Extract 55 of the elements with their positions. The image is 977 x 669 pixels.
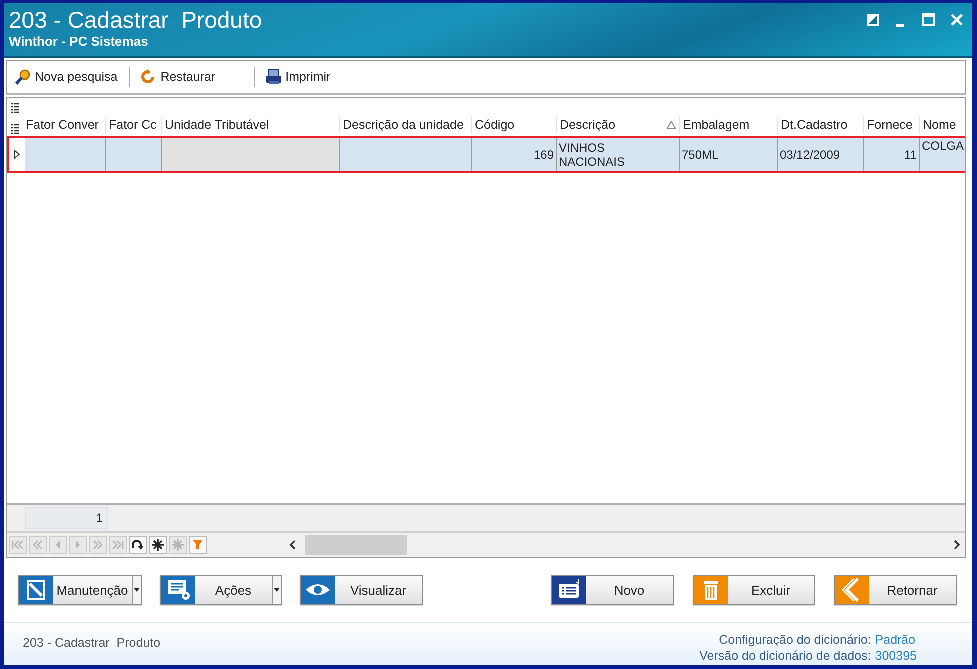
row-count: 1 [96, 511, 103, 525]
action-button[interactable]: Retornar [835, 576, 956, 604]
column-header[interactable]: Fator Conver [26, 118, 99, 132]
table-cell[interactable] [106, 138, 162, 171]
table-cell[interactable]: VINHOS NACIONAIS [557, 138, 680, 171]
column-header[interactable]: Fornece [867, 118, 913, 132]
dropdown-button[interactable] [132, 576, 141, 604]
column-chooser-icon[interactable] [11, 103, 19, 113]
table-cell[interactable]: 169 [472, 138, 557, 171]
undo-icon [140, 69, 157, 85]
table-cell[interactable] [340, 138, 472, 171]
navigator-button[interactable] [149, 536, 167, 554]
status-title: 203 - Cadastrar Produto [23, 636, 161, 650]
printer-icon [266, 69, 282, 85]
scrollbar-thumb[interactable] [305, 535, 407, 555]
info-label: Configuração do dicionário: [719, 633, 872, 647]
navigator-button[interactable] [129, 536, 147, 554]
table-cell[interactable]: COLGA [920, 138, 965, 171]
scroll-left-icon[interactable] [289, 540, 297, 550]
toolbar-button[interactable]: Nova pesquisa [13, 67, 120, 87]
maximize-icon[interactable] [922, 13, 936, 27]
dropdown-button[interactable] [272, 576, 281, 604]
action-button[interactable]: Visualizar [301, 576, 422, 604]
restore-icon[interactable] [866, 13, 880, 27]
dropdown-arrow-icon [134, 588, 140, 592]
table-cell[interactable]: 11 [864, 138, 920, 171]
window-subtitle: Winthor - PC Sistemas [9, 34, 150, 49]
scroll-right-icon[interactable] [953, 540, 961, 550]
action-button[interactable]: Excluir [694, 576, 814, 604]
column-header[interactable]: Embalagem [683, 118, 750, 132]
dropdown-arrow-icon [274, 588, 280, 592]
info-value: 300395 [875, 649, 917, 663]
column-header[interactable]: Código [475, 118, 515, 132]
toolbar-button[interactable]: Imprimir [264, 67, 333, 87]
column-header[interactable]: Dt.Cadastro [781, 118, 848, 132]
close-icon[interactable] [950, 13, 964, 27]
table-cell[interactable] [162, 138, 340, 171]
column-header[interactable]: Nome [923, 118, 956, 132]
column-header[interactable]: Unidade Tributável [165, 118, 270, 132]
window-title: 203 - Cadastrar Produto [9, 7, 262, 33]
asterisk-icon [150, 537, 166, 553]
column-header[interactable]: Descrição da unidade [343, 118, 464, 132]
info-value: Padrão [875, 633, 916, 647]
column-header[interactable]: Descrição [560, 118, 616, 132]
sort-ascending-icon[interactable] [667, 121, 676, 129]
table-cell[interactable]: 750ML [680, 138, 778, 171]
table-cell[interactable]: 03/12/2009 [778, 138, 864, 171]
search-icon [15, 69, 31, 85]
column-chooser-icon[interactable] [11, 124, 19, 134]
action-button[interactable]: Novo [552, 576, 673, 604]
table-cell[interactable] [25, 138, 106, 171]
column-header[interactable]: Fator Cc [109, 118, 157, 132]
asterisk-icon [170, 537, 186, 553]
toolbar-button[interactable]: Restaurar [138, 67, 218, 87]
info-label: Versão do dicionário de dados: [700, 649, 872, 663]
